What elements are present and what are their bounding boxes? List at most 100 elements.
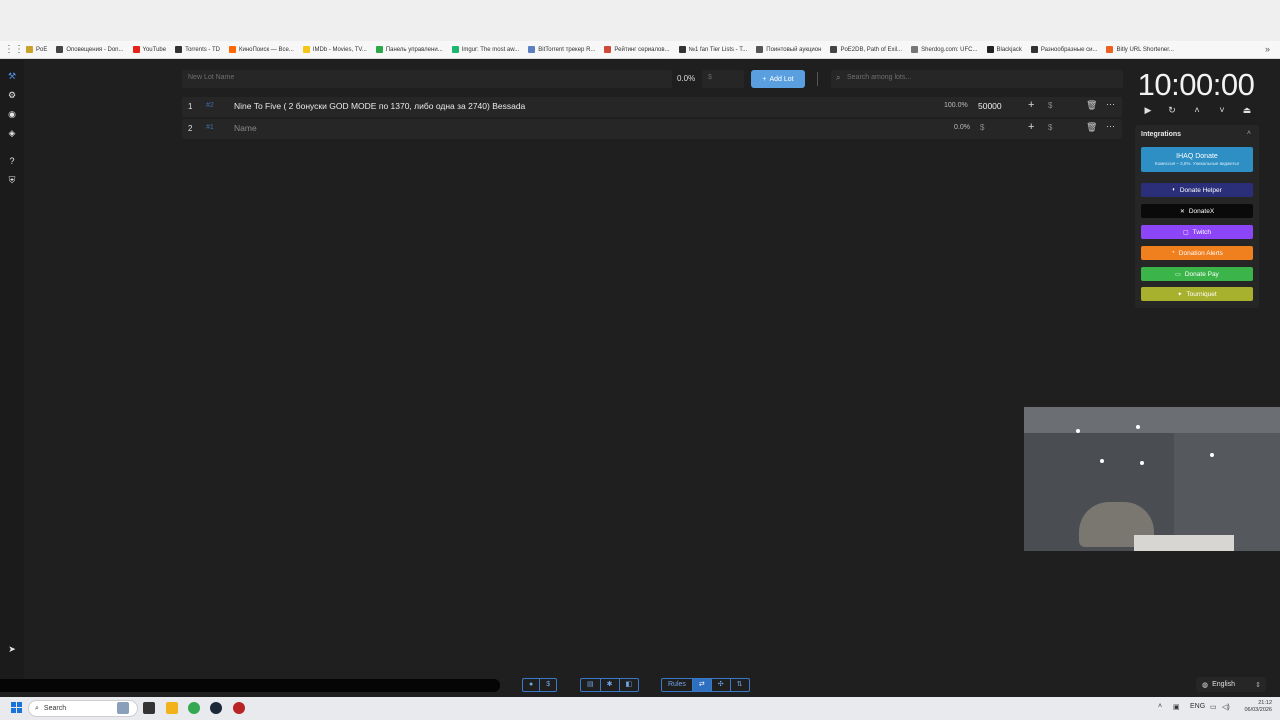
twitch-button[interactable]: ▢ Twitch bbox=[1141, 225, 1253, 239]
dollar-icon[interactable]: $ bbox=[540, 679, 556, 691]
bookmark-item[interactable]: КиноПоиск — Все... bbox=[229, 46, 294, 53]
bookmark-favicon-icon bbox=[451, 46, 459, 53]
mode-group[interactable]: Rules ⇄ ✣ ⇅ bbox=[661, 678, 750, 692]
bookmark-item[interactable]: Разнообразные си... bbox=[1030, 46, 1097, 53]
wheel-icon[interactable]: ◉ bbox=[6, 108, 18, 120]
bookmark-item[interactable]: Пoинтовый аукцион bbox=[756, 46, 821, 53]
layers-icon[interactable]: ◈ bbox=[6, 127, 18, 139]
bookmark-label: Пoинтовый аукцион bbox=[766, 46, 822, 53]
search-icon: ⌕ bbox=[836, 73, 841, 82]
input-language[interactable]: ENG bbox=[1190, 703, 1205, 710]
lot-amount[interactable]: $ bbox=[980, 123, 984, 132]
move-icon[interactable]: ✣ bbox=[712, 679, 731, 691]
bug-icon[interactable]: ✱ bbox=[601, 679, 620, 691]
link-group[interactable]: ● $ bbox=[522, 678, 558, 692]
bookmark-item[interactable]: №1 fan Tier Lists - T... bbox=[678, 46, 747, 53]
chrome-icon[interactable] bbox=[188, 702, 200, 714]
tourniquet-button[interactable]: ✦ Tourniquet bbox=[1141, 287, 1253, 301]
integrations-title: Integrations bbox=[1141, 131, 1182, 138]
hammer-icon[interactable]: ⚒ bbox=[6, 70, 18, 82]
donatex-button[interactable]: ✕ DonateX bbox=[1141, 204, 1253, 218]
trash-icon[interactable]: 🗑 bbox=[1086, 100, 1097, 111]
tray-chevron-icon[interactable]: ˄ bbox=[1158, 703, 1162, 710]
add-amount-icon[interactable]: + bbox=[1028, 121, 1034, 133]
ihaq-donate-button[interactable]: IHAQ Donate Комиссия – 3,5%. Уникальные … bbox=[1141, 147, 1253, 172]
lot-percent: 100.0% bbox=[944, 102, 968, 109]
chevron-up-icon[interactable]: ˄ bbox=[1191, 105, 1203, 115]
bookmarks-overflow-icon[interactable]: » bbox=[1265, 44, 1270, 54]
donate-helper-button[interactable]: ◐ Donate Helper bbox=[1141, 183, 1253, 197]
windows-start-icon[interactable] bbox=[11, 702, 22, 713]
chevron-down-icon[interactable]: ˅ bbox=[1216, 105, 1228, 115]
lot-index: 2 bbox=[188, 124, 193, 133]
history-icon[interactable]: ▤ bbox=[581, 679, 601, 691]
network-icon[interactable]: ▭ bbox=[1210, 703, 1217, 711]
bookmark-item[interactable]: YouTube bbox=[132, 46, 166, 53]
bookmark-label: PoE2DB, Path of Exil... bbox=[840, 46, 903, 53]
add-amount-icon[interactable]: + bbox=[1028, 99, 1034, 111]
tools-group[interactable]: ▤ ✱ ◧ bbox=[580, 678, 640, 692]
trash-icon[interactable]: 🗑 bbox=[1086, 122, 1097, 133]
shield-icon[interactable]: ⛨ bbox=[6, 174, 18, 186]
bookmark-item[interactable]: Torrents - TD bbox=[175, 46, 220, 53]
bookmark-label: Рейтинг сериалов... bbox=[614, 46, 670, 53]
bookmark-item[interactable]: Оповещения - Don... bbox=[56, 46, 124, 53]
collapse-icon[interactable]: ˄ bbox=[1247, 130, 1251, 137]
apps-grid-icon[interactable]: ⋮⋮ bbox=[4, 44, 24, 56]
bookmark-item[interactable]: Sherdog.com: UFC... bbox=[911, 46, 978, 53]
more-icon[interactable]: ⋯ bbox=[1106, 121, 1115, 132]
system-clock[interactable]: 21:12 06/03/2026 bbox=[1238, 700, 1272, 714]
bookmark-item[interactable]: BitTorrent трекер R... bbox=[528, 46, 595, 53]
bookmark-item[interactable]: Bitly URL Shortener... bbox=[1106, 46, 1174, 53]
task-view-icon[interactable] bbox=[143, 702, 155, 714]
bookmark-item[interactable]: PoE2DB, Path of Exil... bbox=[830, 46, 902, 53]
gear-icon[interactable]: ⚙ bbox=[6, 89, 18, 101]
bookmark-item[interactable]: Панель управлени... bbox=[375, 46, 443, 53]
panel-icon[interactable]: ◧ bbox=[620, 679, 639, 691]
obs-icon[interactable] bbox=[233, 702, 245, 714]
clock-time: 21:12 bbox=[1258, 700, 1272, 706]
lot-name[interactable]: Name bbox=[234, 123, 257, 133]
lot-row[interactable]: 1 #2 Nine To Five ( 2 бонуски GOD MODE п… bbox=[182, 97, 1122, 117]
donation-alerts-icon: ◔ bbox=[1171, 250, 1175, 256]
new-lot-amount-input[interactable]: $ bbox=[702, 70, 744, 88]
bookmark-item[interactable]: PoE bbox=[26, 46, 47, 53]
bookmark-item[interactable]: Imgur: The most aw... bbox=[451, 46, 519, 53]
play-icon[interactable]: ▶ bbox=[1142, 105, 1154, 116]
new-lot-name-input[interactable]: New Lot Name bbox=[182, 70, 672, 88]
swap-icon[interactable]: ⇄ bbox=[692, 679, 712, 691]
donate-pay-button[interactable]: ▭ Donate Pay bbox=[1141, 267, 1253, 281]
more-icon[interactable]: ⋯ bbox=[1106, 99, 1115, 110]
webcam-light bbox=[1100, 459, 1104, 463]
bookmark-item[interactable]: Рейтинг сериалов... bbox=[604, 46, 670, 53]
eject-icon[interactable]: ⏏ bbox=[1241, 105, 1253, 116]
lot-amount[interactable]: 50000 bbox=[978, 101, 1002, 111]
lot-name[interactable]: Nine To Five ( 2 бонуски GOD MODE по 137… bbox=[234, 101, 525, 111]
language-select[interactable]: ◍ English ⇕ bbox=[1196, 677, 1266, 692]
new-lot-placeholder: New Lot Name bbox=[188, 74, 235, 81]
bookmark-favicon-icon bbox=[830, 46, 838, 53]
sort-icon[interactable]: ⇅ bbox=[731, 679, 749, 691]
donation-alerts-button[interactable]: ◔ Donation Alerts bbox=[1141, 246, 1253, 260]
telegram-icon[interactable]: ➤ bbox=[6, 643, 18, 655]
lot-row[interactable]: 2 #1 Name 0.0% $ + $ 🗑 ⋯ bbox=[182, 119, 1122, 139]
twitch-icon: ▢ bbox=[1182, 229, 1189, 236]
tourniquet-icon: ✦ bbox=[1177, 291, 1183, 298]
bookmark-favicon-icon bbox=[229, 46, 236, 53]
github-icon[interactable]: ● bbox=[523, 679, 541, 691]
steam-icon[interactable] bbox=[210, 702, 222, 714]
rules-button[interactable]: Rules bbox=[662, 679, 693, 691]
reset-icon[interactable]: ↻ bbox=[1166, 105, 1178, 116]
volume-icon[interactable]: ◁) bbox=[1222, 703, 1230, 711]
webcam-light bbox=[1076, 429, 1080, 433]
help-icon[interactable]: ? bbox=[6, 155, 18, 167]
search-lots-input[interactable]: ⌕ Search among lots... bbox=[831, 70, 1123, 88]
widgets-icon[interactable] bbox=[117, 702, 129, 714]
bookmark-item[interactable]: IMDb - Movies, TV... bbox=[302, 46, 367, 53]
bookmark-label: BitTorrent трекер R... bbox=[538, 46, 596, 53]
tray-app-icon[interactable]: ▣ bbox=[1173, 703, 1180, 711]
bookmark-item[interactable]: Blackjack bbox=[986, 46, 1022, 53]
integrations-panel: Integrations ˄ IHAQ Donate Комиссия – 3,… bbox=[1135, 125, 1259, 308]
add-lot-button[interactable]: + Add Lot bbox=[751, 70, 805, 88]
file-explorer-icon[interactable] bbox=[166, 702, 178, 714]
